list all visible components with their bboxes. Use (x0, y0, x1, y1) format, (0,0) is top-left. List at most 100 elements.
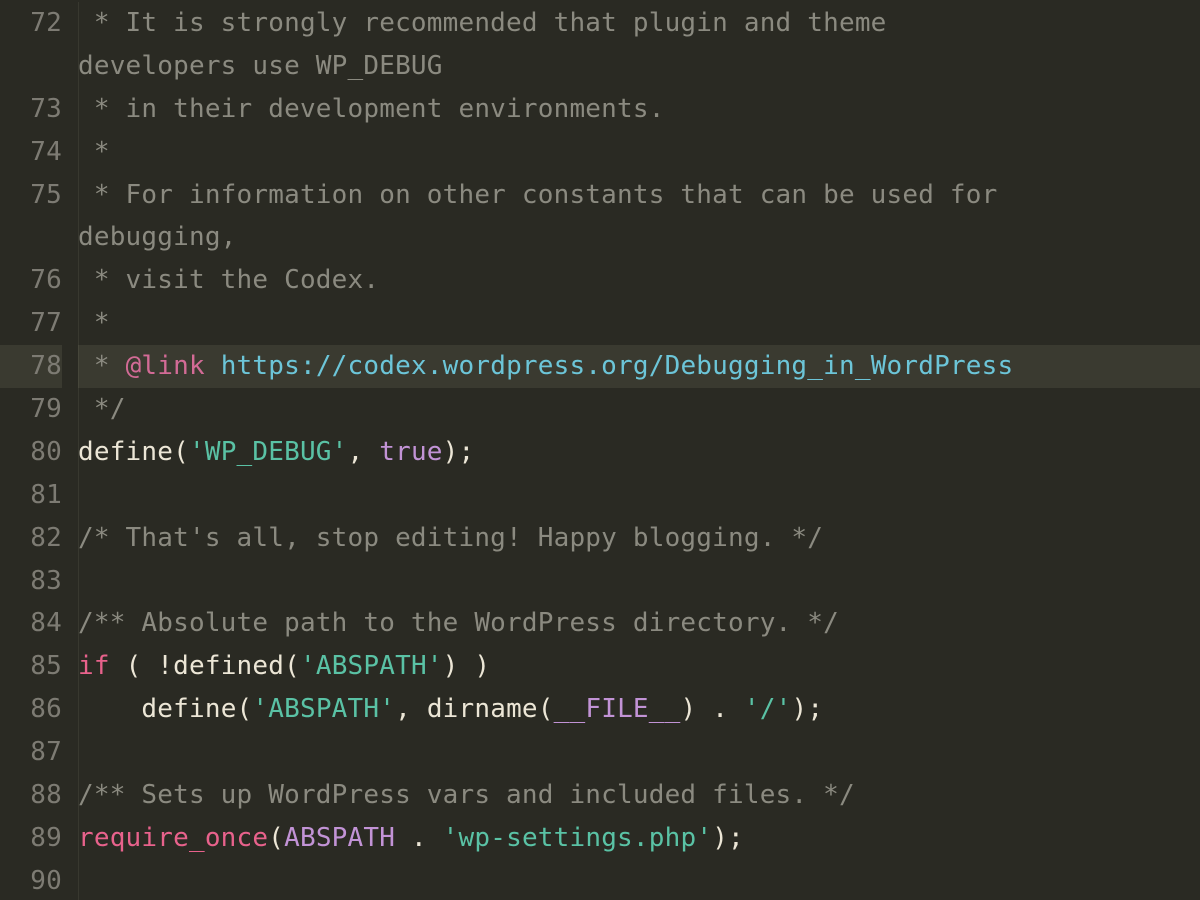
line-number-wrap (0, 45, 62, 88)
indent-guide (78, 131, 79, 174)
line-number: 85 (0, 645, 62, 688)
code-token: ) (680, 694, 712, 724)
line-number: 75 (0, 174, 62, 217)
code-token: developers use WP_DEBUG (78, 51, 443, 81)
line-number: 81 (0, 474, 62, 517)
code-token (427, 823, 443, 853)
code-token: /** Sets up WordPress vars and included … (78, 780, 855, 810)
code-line[interactable]: * For information on other constants tha… (78, 174, 1200, 217)
line-number: 76 (0, 259, 62, 302)
code-line[interactable]: define('ABSPATH', dirname(__FILE__) . '/… (78, 688, 1200, 731)
code-line[interactable]: if ( !defined('ABSPATH') ) (78, 645, 1200, 688)
line-number: 72 (0, 2, 62, 45)
code-token: https://codex.wordpress.org/Debugging_in… (221, 351, 1014, 381)
code-line[interactable]: * (78, 131, 1200, 174)
code-line[interactable]: /** Absolute path to the WordPress direc… (78, 602, 1200, 645)
line-number: 87 (0, 731, 62, 774)
code-token: ABSPATH (284, 823, 395, 853)
line-number-wrap (0, 216, 62, 259)
code-line[interactable]: require_once(ABSPATH . 'wp-settings.php'… (78, 817, 1200, 860)
code-line[interactable] (78, 474, 1200, 517)
code-line[interactable]: /** Sets up WordPress vars and included … (78, 774, 1200, 817)
code-token: * (78, 351, 126, 381)
code-token: ); (791, 694, 823, 724)
code-token: if (78, 651, 110, 681)
code-token: true (379, 437, 442, 467)
code-line[interactable]: define('WP_DEBUG', true); (78, 431, 1200, 474)
code-token: require_once (78, 823, 268, 853)
indent-guide (78, 259, 79, 302)
code-line[interactable]: * visit the Codex. (78, 259, 1200, 302)
code-token: * (78, 137, 110, 167)
line-number: 74 (0, 131, 62, 174)
code-line[interactable] (78, 860, 1200, 900)
code-token: dirname (427, 694, 538, 724)
indent-guide (78, 88, 79, 131)
code-token: ( (538, 694, 554, 724)
line-number-gutter: 72 737475 767778798081828384858687888990 (0, 2, 70, 900)
line-number: 83 (0, 560, 62, 603)
code-line[interactable]: * (78, 302, 1200, 345)
line-number: 88 (0, 774, 62, 817)
indent-guide (78, 731, 79, 774)
code-token: 'WP_DEBUG' (189, 437, 348, 467)
code-token: * For information on other constants tha… (78, 180, 1013, 210)
code-line-wrap[interactable]: debugging, (78, 216, 1200, 259)
indent-guide (78, 216, 79, 259)
code-token: '/' (744, 694, 792, 724)
code-token: * in their development environments. (78, 94, 665, 124)
indent-guide (78, 560, 79, 603)
indent-guide (78, 860, 79, 900)
code-line[interactable]: * @link https://codex.wordpress.org/Debu… (78, 345, 1200, 388)
code-token (728, 694, 744, 724)
indent-guide (78, 2, 79, 45)
code-token (395, 823, 411, 853)
indent-guide (78, 474, 79, 517)
indent-guide (78, 688, 79, 731)
indent-guide (78, 817, 79, 860)
code-token (205, 351, 221, 381)
line-number: 77 (0, 302, 62, 345)
line-number: 82 (0, 517, 62, 560)
code-token: ( (237, 694, 253, 724)
line-number: 80 (0, 431, 62, 474)
line-number: 79 (0, 388, 62, 431)
line-number: 84 (0, 602, 62, 645)
code-token: , (348, 437, 380, 467)
code-token: */ (78, 394, 126, 424)
indent-guide (78, 345, 79, 388)
code-token: * (78, 308, 110, 338)
code-token: ); (443, 437, 475, 467)
line-number: 78 (0, 345, 62, 388)
code-line-wrap[interactable]: developers use WP_DEBUG (78, 45, 1200, 88)
indent-guide (78, 388, 79, 431)
code-token: defined (173, 651, 284, 681)
code-area[interactable]: * It is strongly recommended that plugin… (70, 2, 1200, 900)
line-number: 90 (0, 860, 62, 900)
code-token: @link (126, 351, 205, 381)
code-line[interactable] (78, 731, 1200, 774)
code-token: debugging, (78, 222, 237, 252)
code-editor[interactable]: 72 737475 767778798081828384858687888990… (0, 0, 1200, 900)
code-token: ( (268, 823, 284, 853)
indent-guide (78, 45, 79, 88)
code-token: ( (110, 651, 158, 681)
indent-guide (78, 517, 79, 560)
code-token: . (411, 823, 427, 853)
code-token: ( (173, 437, 189, 467)
code-token: 'ABSPATH' (300, 651, 443, 681)
indent-guide (78, 602, 79, 645)
line-number: 73 (0, 88, 62, 131)
code-token: , (395, 694, 427, 724)
code-token: ) ) (443, 651, 491, 681)
code-token: ( (284, 651, 300, 681)
code-token: ! (157, 651, 173, 681)
code-line[interactable] (78, 560, 1200, 603)
code-token (78, 694, 141, 724)
code-line[interactable]: * It is strongly recommended that plugin… (78, 2, 1200, 45)
code-token: /* That's all, stop editing! Happy blogg… (78, 523, 823, 553)
code-line[interactable]: * in their development environments. (78, 88, 1200, 131)
code-line[interactable]: /* That's all, stop editing! Happy blogg… (78, 517, 1200, 560)
code-token: * visit the Codex. (78, 265, 379, 295)
code-line[interactable]: */ (78, 388, 1200, 431)
